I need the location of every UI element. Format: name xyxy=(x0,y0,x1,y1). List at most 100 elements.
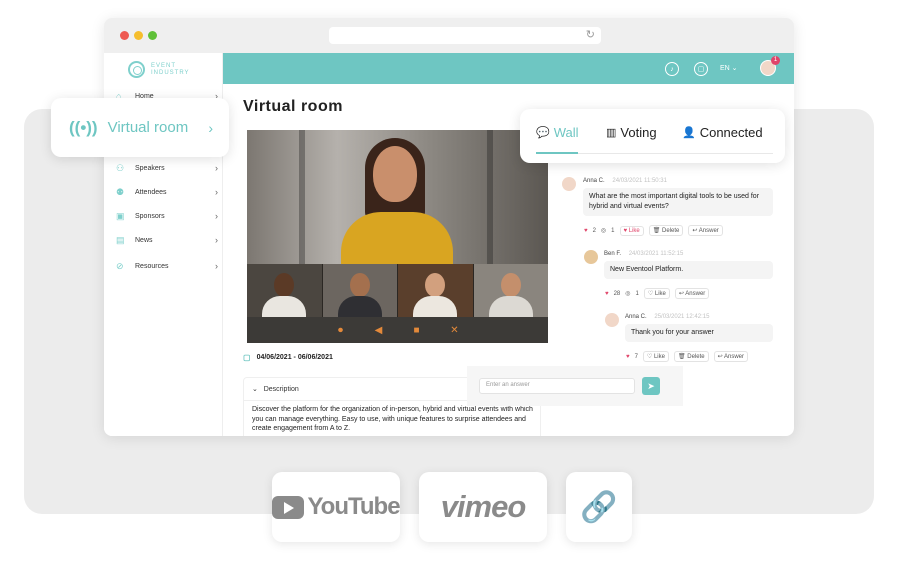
chevron-right-icon: › xyxy=(208,119,213,136)
tab-voting[interactable]: ▥ Voting xyxy=(606,125,657,140)
tab-label: Wall xyxy=(553,125,579,140)
vimeo-provider[interactable]: vimeo xyxy=(419,472,547,542)
participant-thumbnails xyxy=(247,264,548,317)
video-call[interactable]: ⏺ ◀ ■ ✕ xyxy=(247,130,548,343)
description-toggle[interactable]: ⌄ Description xyxy=(252,385,299,393)
avatar xyxy=(562,177,576,191)
link-provider[interactable]: 🔗 xyxy=(566,472,632,542)
event-dates: ▢ 04/06/2021 - 06/06/2021 xyxy=(243,353,333,362)
message-icon[interactable]: ▢ xyxy=(694,62,708,76)
main-video-feed[interactable] xyxy=(247,130,548,272)
broadcast-icon: ((•)) xyxy=(69,117,98,137)
like-label: Like xyxy=(654,291,666,297)
tab-label: Voting xyxy=(620,125,657,140)
participant-face xyxy=(500,273,521,297)
answer-label: Answer xyxy=(723,354,744,360)
browser-window: ↻ EVENT INDUSTRY ⌂ Home › ⚇ Speakers › ⚉… xyxy=(104,18,794,436)
active-tab-indicator xyxy=(536,152,578,154)
maximize-dot[interactable] xyxy=(148,31,157,40)
participant-thumbnail[interactable] xyxy=(247,264,323,317)
delete-button[interactable]: 🗑 Delete xyxy=(648,225,684,236)
like-button[interactable]: ♥ Like xyxy=(619,225,644,236)
sidebar-item-news[interactable]: ▤ News › xyxy=(116,232,218,248)
minimize-dot[interactable] xyxy=(134,31,143,40)
participant-face xyxy=(274,273,294,297)
message-meta: Ben F. 24/03/2021 11:52:15 xyxy=(604,251,683,257)
tab-connected[interactable]: 👤 Connected xyxy=(682,125,763,140)
window-frame xyxy=(299,130,305,264)
answer-button[interactable]: ↩ Answer xyxy=(688,225,723,236)
tab-wall[interactable]: 💬 Wall xyxy=(536,125,579,140)
youtube-icon xyxy=(272,495,305,519)
message-bubble: What are the most important digital tool… xyxy=(583,188,773,216)
sponsors-icon: ▣ xyxy=(116,210,125,221)
wall-tabs: 💬 Wall ▥ Voting 👤 Connected xyxy=(520,109,785,163)
participant-body xyxy=(337,296,382,317)
like-button[interactable]: ♡ Like xyxy=(643,288,670,299)
vimeo-logo-text: vimeo xyxy=(440,489,527,524)
top-bar: ♪ ▢ EN ⌄ 1 xyxy=(223,53,794,84)
message-bubble: Thank you for your answer xyxy=(625,324,773,342)
camera-icon[interactable]: ■ xyxy=(410,325,424,336)
sidebar-item-attendees[interactable]: ⚉ Attendees › xyxy=(116,184,218,200)
wall-icon: 💬 xyxy=(536,127,550,139)
sidebar-item-label: Resources xyxy=(135,262,169,270)
speakers-icon: ⚇ xyxy=(116,162,125,173)
language-selector[interactable]: EN ⌄ xyxy=(720,64,738,72)
heart-icon: ♥ xyxy=(605,290,609,297)
delete-button[interactable]: 🗑 Delete xyxy=(673,351,709,362)
chevron-right-icon: › xyxy=(215,261,218,271)
sidebar-item-label: Sponsors xyxy=(135,212,165,220)
url-bar[interactable]: ↻ xyxy=(329,27,601,44)
sidebar-item-label: Attendees xyxy=(135,188,167,196)
sidebar-item-sponsors[interactable]: ▣ Sponsors › xyxy=(116,208,218,224)
resources-icon: ⊘ xyxy=(116,260,124,271)
answer-button[interactable]: ↩ Answer xyxy=(713,351,748,362)
heart-icon: ♥ xyxy=(626,353,630,360)
participant-body xyxy=(488,296,533,317)
bell-icon[interactable]: ♪ xyxy=(665,62,679,76)
youtube-provider[interactable]: YouTube xyxy=(272,472,401,542)
participant-body xyxy=(262,296,306,317)
send-button[interactable]: ➤ xyxy=(642,377,660,395)
call-controls: ⏺ ◀ ■ ✕ xyxy=(247,317,548,343)
logo-icon xyxy=(128,61,145,78)
microphone-icon[interactable]: ⏺ xyxy=(334,325,348,336)
date-range: 04/06/2021 - 06/06/2021 xyxy=(256,354,333,361)
end-call-icon[interactable]: ✕ xyxy=(448,325,462,336)
answer-button[interactable]: ↩ Answer xyxy=(674,288,710,299)
comment-icon: ◎ xyxy=(625,291,631,297)
calendar-icon: ▢ xyxy=(243,353,251,362)
message-author: Anna C. xyxy=(625,314,647,320)
answer-input[interactable]: Enter an answer xyxy=(479,378,635,394)
chevron-right-icon: › xyxy=(215,235,218,245)
avatar xyxy=(584,250,598,264)
delete-label: Delete xyxy=(662,228,680,234)
description-text: Discover the platform for the organizati… xyxy=(252,406,533,432)
browser-chrome: ↻ xyxy=(104,18,794,53)
chevron-down-icon: ⌄ xyxy=(252,386,258,393)
like-label: Like xyxy=(628,227,640,234)
message-bubble: New Eventool Platform. xyxy=(604,261,773,279)
speaker-volume-icon[interactable]: ◀ xyxy=(372,325,386,336)
participant-thumbnail[interactable] xyxy=(398,264,474,317)
participant-face xyxy=(349,273,370,297)
virtual-room-callout[interactable]: ((•)) Virtual room › xyxy=(51,98,229,157)
participant-thumbnail[interactable] xyxy=(322,264,398,317)
participant-body xyxy=(413,296,457,317)
participant-thumbnail[interactable] xyxy=(473,264,548,317)
close-dot[interactable] xyxy=(120,31,129,40)
answer-composer: Enter an answer ➤ xyxy=(467,366,683,406)
participant-face xyxy=(425,273,445,297)
logo-text: EVENT INDUSTRY xyxy=(151,62,190,76)
like-button[interactable]: ♡ Like xyxy=(642,351,669,362)
reload-icon[interactable]: ↻ xyxy=(586,28,595,41)
comment-count: 1 xyxy=(635,290,639,297)
youtube-logo-text: YouTube xyxy=(307,493,400,520)
sidebar-item-label: News xyxy=(135,236,153,244)
like-count: 7 xyxy=(634,353,638,360)
sidebar-item-speakers[interactable]: ⚇ Speakers › xyxy=(116,160,218,176)
sidebar-item-resources[interactable]: ⊘ Resources › xyxy=(116,258,218,274)
message-meta: Anna C. 25/03/2021 12:42:15 xyxy=(625,314,709,320)
speaker-body xyxy=(341,212,453,272)
